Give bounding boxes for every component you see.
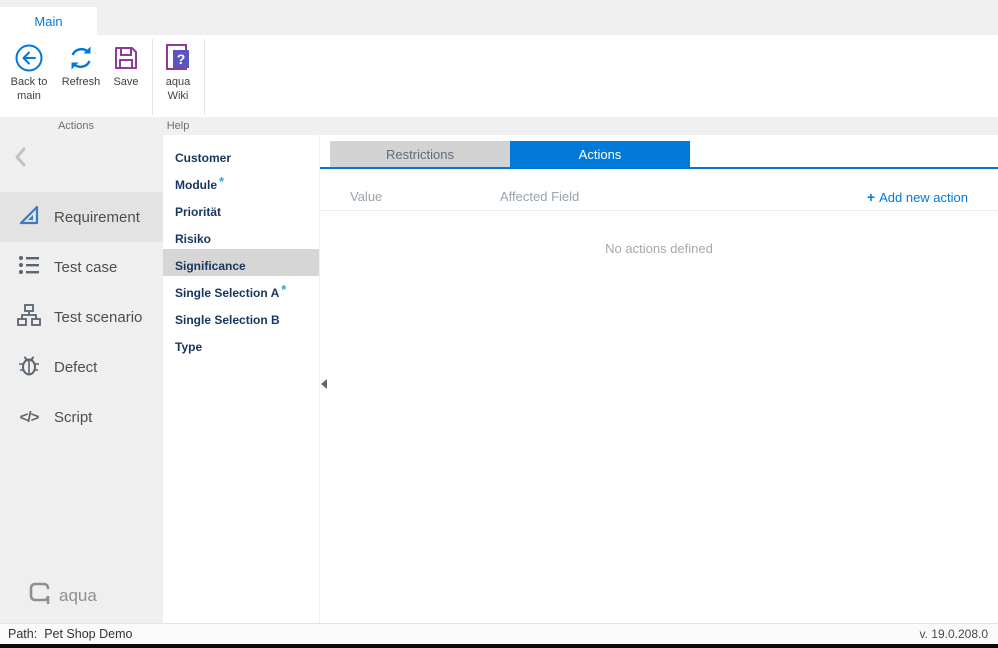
aqua-wiki-label: aqua Wiki (155, 76, 201, 104)
main-tabs: Restrictions Actions (330, 141, 690, 167)
script-code-icon: </> (16, 409, 42, 426)
tab-restrictions[interactable]: Restrictions (330, 141, 510, 167)
ribbon-tab-bar: Main (0, 0, 998, 35)
ribbon-group-separator (204, 39, 205, 115)
sidebar-item-label: Script (54, 409, 92, 426)
add-new-action-label: Add new action (879, 190, 968, 205)
field-label: Type (175, 340, 202, 354)
column-header-value: Value (350, 189, 500, 204)
field-item-risiko[interactable]: Risiko (163, 222, 319, 249)
sidebar-item-test-case[interactable]: Test case (0, 242, 163, 292)
save-label: Save (113, 76, 138, 90)
test-case-list-icon (16, 252, 42, 282)
defect-bug-icon (16, 352, 42, 382)
tab-underline (320, 167, 998, 169)
required-asterisk: * (281, 282, 286, 297)
field-list: Customer Module* Priorität Risiko Signif… (163, 135, 320, 623)
field-label: Customer (175, 151, 231, 165)
ribbon: Back to main Refresh Save (0, 35, 998, 135)
svg-text:?: ? (177, 51, 186, 67)
aqua-logo: aqua (28, 582, 97, 609)
sidebar-collapse-chevron-icon[interactable] (13, 147, 27, 172)
sidebar-item-requirement[interactable]: Requirement (0, 192, 163, 242)
splitter-collapse-arrow[interactable] (321, 379, 327, 389)
sidebar: Requirement Test case Test scenario (0, 135, 163, 623)
aqua-logo-icon (28, 582, 52, 609)
sidebar-item-script[interactable]: </> Script (0, 392, 163, 442)
main-panel: Restrictions Actions Value Affected Fiel… (320, 135, 998, 623)
save-floppy-icon (112, 41, 140, 75)
sidebar-item-label: Test case (54, 259, 117, 276)
aqua-logo-text: aqua (59, 586, 97, 606)
path-value: Pet Shop Demo (44, 627, 132, 641)
sidebar-item-label: Requirement (54, 209, 140, 226)
test-scenario-hierarchy-icon (16, 302, 42, 332)
field-label: Priorität (175, 205, 221, 219)
refresh-icon (66, 41, 96, 75)
required-asterisk: * (219, 174, 224, 189)
requirement-icon (16, 202, 42, 232)
sidebar-item-defect[interactable]: Defect (0, 342, 163, 392)
actions-group-label: Actions (0, 117, 152, 135)
wiki-help-icon: ? (164, 41, 192, 75)
field-label: Single Selection B (175, 313, 280, 327)
field-item-module[interactable]: Module* (163, 168, 319, 195)
back-to-main-label: Back to main (3, 76, 55, 104)
sidebar-item-test-scenario[interactable]: Test scenario (0, 292, 163, 342)
field-label: Risiko (175, 232, 211, 246)
field-item-significance[interactable]: Significance (163, 249, 319, 276)
field-item-single-selection-b[interactable]: Single Selection B (163, 303, 319, 330)
empty-state-message: No actions defined (320, 241, 998, 256)
path-label: Path: (8, 627, 37, 641)
refresh-label: Refresh (62, 76, 101, 90)
plus-icon: + (867, 189, 875, 205)
aqua-wiki-button[interactable]: ? aqua Wiki (155, 41, 201, 104)
status-bar: Path: Pet Shop Demo v. 19.0.208.0 (0, 623, 998, 644)
column-header-affected-field: Affected Field (500, 189, 867, 204)
field-label: Module (175, 178, 217, 192)
help-group-label: Help (152, 117, 204, 135)
field-item-single-selection-a[interactable]: Single Selection A* (163, 276, 319, 303)
save-button[interactable]: Save (103, 41, 149, 90)
ribbon-tab-main[interactable]: Main (0, 7, 97, 35)
app-window: Main Back to main Refresh (0, 0, 998, 648)
bottom-edge-bar (0, 644, 998, 648)
back-arrow-icon (14, 41, 44, 75)
ribbon-group-separator (152, 39, 153, 115)
field-item-customer[interactable]: Customer (163, 141, 319, 168)
sidebar-item-label: Defect (54, 359, 97, 376)
add-new-action-button[interactable]: + Add new action (867, 189, 968, 205)
field-label: Single Selection A (175, 286, 279, 300)
refresh-button[interactable]: Refresh (56, 41, 106, 90)
field-label: Significance (175, 259, 246, 273)
back-to-main-button[interactable]: Back to main (3, 41, 55, 104)
sidebar-item-label: Test scenario (54, 309, 142, 326)
actions-list-header: Value Affected Field + Add new action (320, 183, 998, 211)
ribbon-group-strip: Actions Help (0, 117, 998, 135)
tab-actions[interactable]: Actions (510, 141, 690, 167)
version-label: v. 19.0.208.0 (920, 624, 989, 644)
path-status: Path: Pet Shop Demo (8, 624, 132, 644)
field-item-prioritaet[interactable]: Priorität (163, 195, 319, 222)
field-item-type[interactable]: Type (163, 330, 319, 357)
